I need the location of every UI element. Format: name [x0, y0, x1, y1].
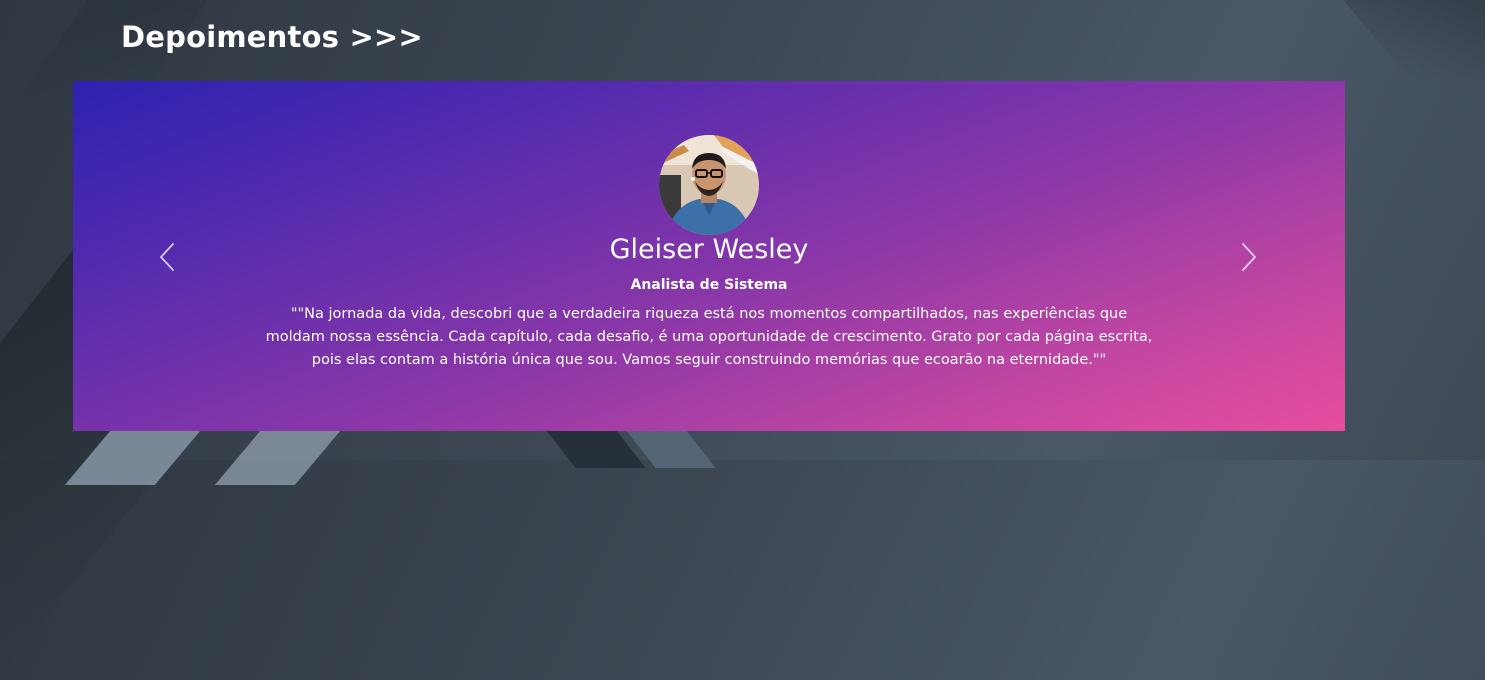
testimonial-author-role: Analista de Sistema	[630, 277, 788, 293]
testimonial-quote: ""Na jornada da vida, descobri que a ver…	[265, 306, 1153, 368]
background-stripe	[214, 425, 346, 485]
avatar	[659, 135, 759, 235]
testimonials-carousel: Gleiser Wesley Analista de Sistema ""Na …	[73, 81, 1345, 431]
chevron-right-icon	[1242, 243, 1256, 271]
chevron-left-icon	[160, 243, 174, 271]
avatar-photo	[659, 135, 759, 235]
testimonial-author-name: Gleiser Wesley	[609, 234, 809, 265]
carousel-next-button[interactable]	[1228, 239, 1268, 275]
background-stripe	[544, 428, 646, 468]
section-title: Depoimentos >>>	[121, 20, 423, 54]
background-stripe	[64, 425, 206, 485]
testimonial-slide: Gleiser Wesley Analista de Sistema ""Na …	[73, 81, 1345, 431]
carousel-prev-button[interactable]	[148, 239, 188, 275]
background-stripe	[1309, 0, 1485, 80]
background-stripe	[624, 428, 716, 468]
